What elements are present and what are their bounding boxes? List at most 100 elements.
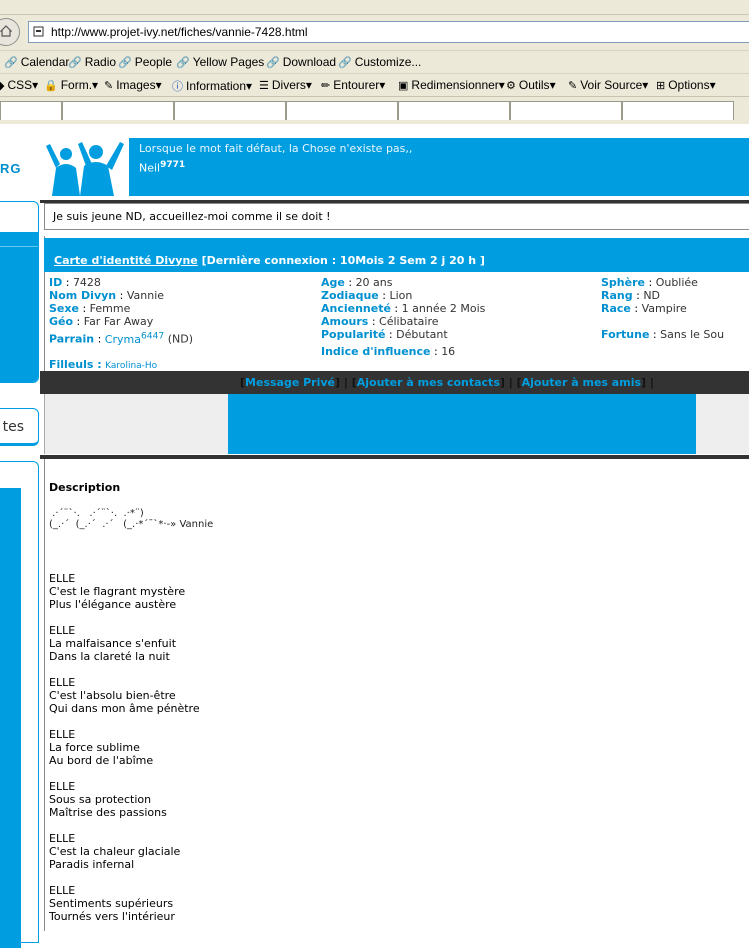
poem-stanza: ELLE La force sublime Au bord de l'abîme: [49, 728, 154, 767]
tab[interactable]: [622, 101, 734, 120]
logged-in-user[interactable]: Neil9771: [139, 160, 185, 175]
field-sexe: Sexe : Femme: [49, 302, 131, 315]
menu-redimensionner[interactable]: ▣ Redimensionner▾: [398, 78, 505, 92]
photo-placeholder: [228, 394, 696, 454]
banner-image: [44, 138, 129, 196]
tab[interactable]: [286, 101, 398, 120]
divider: [0, 246, 38, 247]
left-menu-panel: [0, 262, 38, 382]
field-id: ID : 7428: [49, 276, 101, 289]
field-parrain: Parrain : Cryma6447 (ND): [49, 330, 194, 346]
menu-css[interactable]: ◆ CSS▾: [0, 78, 38, 92]
lock-icon: 🔒: [44, 80, 58, 92]
menu-form[interactable]: 🔒 Form.▾: [44, 78, 98, 92]
signature: .·´¨`·. .·´¨`·. .·*¨) (_.·´ (_.·´ .·´ (_…: [49, 508, 213, 530]
tab[interactable]: [174, 101, 286, 120]
people-silhouette-icon: [44, 138, 129, 196]
user-number: 9771: [160, 160, 186, 170]
field-rang: Rang : ND: [601, 289, 661, 302]
tab[interactable]: [510, 101, 622, 120]
images-icon: ✎: [104, 80, 114, 92]
bookmark-yellow-pages[interactable]: 🔗 Yellow Pages: [176, 55, 264, 69]
options-icon: ⊞: [656, 80, 666, 92]
add-friend-link[interactable]: Ajouter à mes amis: [522, 376, 641, 389]
left-sidebar-fill: [0, 488, 21, 948]
bookmark-people[interactable]: 🔗 People: [118, 55, 172, 69]
menu-strip: [0, 0, 749, 15]
photo-area: [44, 394, 749, 454]
tab[interactable]: [62, 101, 174, 120]
webdev-toolbar: ◆ CSS▾ 🔒 Form.▾ ✎ Images▾ ⓘ Information▾ ☰ Di…: [0, 73, 749, 96]
username: Neil: [139, 161, 161, 175]
info-icon: ⓘ: [172, 81, 183, 93]
page-icon: [33, 26, 44, 37]
poem-stanza: ELLE C'est le flagrant mystère Plus l'él…: [49, 572, 186, 611]
field-geo: Géo : Far Far Away: [49, 315, 154, 328]
menu-information[interactable]: ⓘ Information▾: [172, 78, 252, 94]
left-menu-tab-label: tes: [2, 419, 24, 435]
field-sphere: Sphère : Oubliée: [601, 276, 698, 289]
field-popularite: Popularité : Débutant: [321, 328, 448, 341]
bookmark-customize[interactable]: 🔗 Customize...: [338, 55, 421, 69]
home-icon: [0, 25, 12, 37]
tab[interactable]: [0, 101, 62, 120]
menu-divers[interactable]: ☰ Divers▾: [259, 78, 312, 92]
profile-actions-bar: [Message Privé] | [Ajouter à mes contact…: [40, 371, 749, 394]
last-connection: [Dernière connexion : 10Mois 2 Sem 2 j 2…: [197, 254, 485, 267]
field-anciennete: Ancienneté : 1 année 2 Mois: [321, 302, 486, 315]
tab-bar: [0, 96, 749, 123]
left-menu-tab[interactable]: tes: [0, 408, 39, 446]
field-amours: Amours : Célibataire: [321, 315, 439, 328]
id-card-link[interactable]: Carte d'identité Divyne: [54, 254, 198, 267]
menu-entourer[interactable]: ✏ Entourer▾: [321, 78, 385, 92]
pencil-icon: ✏: [321, 80, 331, 92]
left-sidebar-panel: [0, 461, 39, 948]
link-icon: 🔗: [4, 57, 18, 69]
bookmark-radio[interactable]: 🔗 Radio: [68, 55, 116, 69]
tools-icon: ⚙: [506, 80, 516, 92]
field-age: Age : 20 ans: [321, 276, 393, 289]
private-message-link[interactable]: Message Privé: [245, 376, 335, 389]
field-influence: Indice d'influence : 16: [321, 345, 456, 358]
menu-outils[interactable]: ⚙ Outils▾: [506, 78, 556, 92]
poem-stanza: ELLE Sentiments supérieurs Tournés vers …: [49, 884, 175, 923]
link-icon: 🔗: [338, 57, 352, 69]
link-icon: 🔗: [118, 57, 132, 69]
field-zodiaque: Zodiaque : Lion: [321, 289, 413, 302]
poem-stanza: ELLE C'est la chaleur glaciale Paradis i…: [49, 832, 181, 871]
field-race: Race : Vampire: [601, 302, 687, 315]
site-logo[interactable]: RG: [0, 161, 22, 176]
bookmark-calendar[interactable]: 🔗 Calendar: [4, 55, 69, 69]
field-fortune: Fortune : Sans le Sou: [601, 328, 725, 341]
poem-stanza: ELLE C'est l'absolu bien-être Qui dans m…: [49, 676, 200, 715]
welcome-box: Je suis jeune ND, accueillez-moi comme i…: [44, 203, 749, 230]
poem-stanza: ELLE La malfaisance s'enfuit Dans la cla…: [49, 624, 177, 663]
filleul-link[interactable]: Karolina-Ho: [105, 361, 157, 371]
css-icon: ◆: [0, 80, 5, 92]
id-card-title: Carte d'identité Divyne [Dernière connex…: [54, 254, 485, 267]
signature-line: .·´¨`·. .·´¨`·. .·*¨): [49, 508, 144, 519]
list-icon: ☰: [259, 80, 269, 92]
link-icon: 🔗: [266, 57, 280, 69]
add-contact-link[interactable]: Ajouter à mes contacts: [357, 376, 500, 389]
parrain-link[interactable]: Cryma6447: [105, 330, 164, 346]
field-nom: Nom Divyn : Vannie: [49, 289, 165, 302]
field-filleuls: Filleuls : Karolina-Ho: [49, 358, 158, 371]
bookmark-download[interactable]: 🔗 Download: [266, 55, 336, 69]
left-menu-item[interactable]: [0, 232, 38, 262]
menu-options[interactable]: ⊞ Options▾: [656, 78, 716, 92]
resize-icon: ▣: [398, 80, 409, 92]
address-url: http://www.projet-ivy.net/fiches/vannie-…: [51, 25, 308, 39]
tab[interactable]: [398, 101, 510, 120]
link-icon: 🔗: [68, 57, 82, 69]
source-icon: ✎: [568, 80, 578, 92]
address-bar[interactable]: http://www.projet-ivy.net/fiches/vannie-…: [28, 21, 749, 43]
description-title: Description: [49, 481, 121, 494]
left-menu-box: [0, 201, 39, 383]
menu-images[interactable]: ✎ Images▾: [104, 78, 162, 92]
link-icon: 🔗: [176, 57, 190, 69]
welcome-message: Je suis jeune ND, accueillez-moi comme i…: [53, 210, 331, 223]
menu-voir-source[interactable]: ✎ Voir Source▾: [568, 78, 648, 92]
bookmarks-toolbar: 🔗 Calendar 🔗 Radio 🔗 People 🔗 Yellow Pages 🔗…: [0, 50, 749, 73]
site-slogan: Lorsque le mot fait défaut, la Chose n'e…: [139, 142, 413, 155]
